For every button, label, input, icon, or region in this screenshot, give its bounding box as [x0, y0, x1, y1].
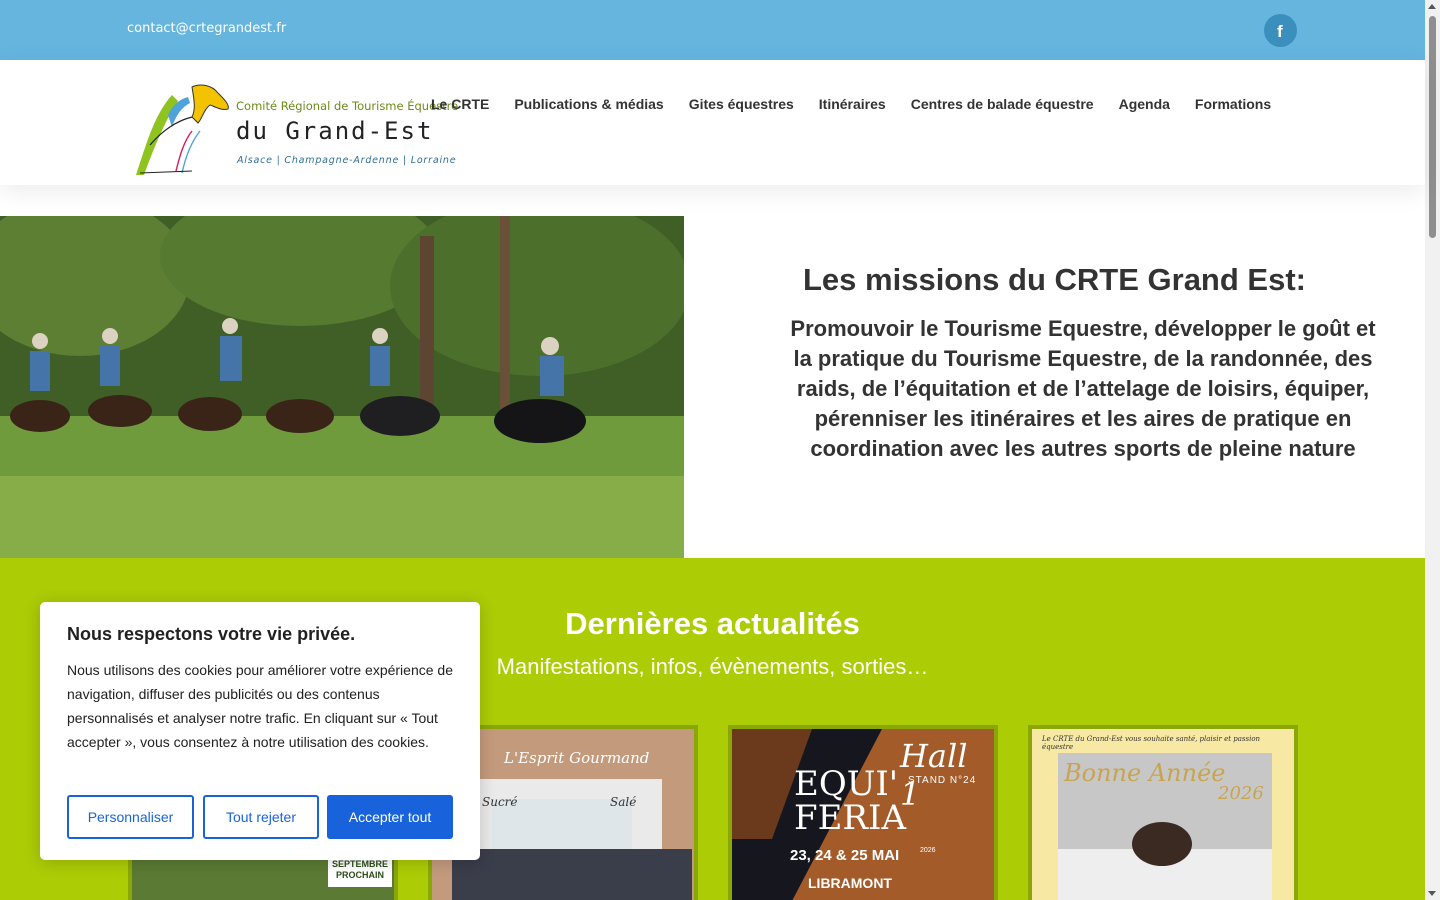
page-scrollbar[interactable] [1425, 0, 1440, 900]
nav-item-formations[interactable]: Formations [1195, 96, 1271, 112]
nav-item-publications[interactable]: Publications & médias [514, 96, 663, 112]
contact-email-link[interactable]: contact@crtegrandest.fr [127, 21, 286, 36]
card-dates: 23, 24 & 25 MAI [790, 847, 900, 864]
nav-item-centres[interactable]: Centres de balade équestre [911, 96, 1094, 112]
hero-riders-image [0, 216, 684, 558]
nav-item-itineraires[interactable]: Itinéraires [819, 96, 886, 112]
cookie-text: Nous utilisons des cookies pour améliore… [67, 662, 453, 750]
shop-sign-right: Salé [610, 795, 637, 809]
scroll-down-icon[interactable] [1428, 891, 1436, 896]
customize-button[interactable]: Personnaliser [67, 795, 194, 839]
card-stand: STAND N°24 [908, 775, 977, 786]
card-brand: EQUI' FERIA [794, 764, 906, 838]
logo-line-2: du Grand-Est [236, 117, 434, 145]
shop-sign-left: Sucré [482, 795, 518, 809]
logo-line-1: Comité Régional de Tourisme Équestre [236, 99, 459, 113]
card-greeting-top: Le CRTE du Grand-Est vous souhaite santé… [1042, 735, 1261, 751]
facebook-icon[interactable]: f [1264, 14, 1297, 47]
missions-text: Promouvoir le Tourisme Equestre, dévelop… [790, 316, 1376, 461]
logo-line-3: Alsace | Champagne-Ardenne | Lorraine [237, 155, 457, 166]
horse-logo-icon [136, 84, 229, 175]
card-year: 2026 [920, 847, 936, 854]
nav-item-gites[interactable]: Gites équestres [689, 96, 794, 112]
scroll-up-icon[interactable] [1428, 4, 1436, 9]
card-greeting: Bonne Année [1064, 759, 1226, 787]
top-bar: contact@crtegrandest.fr f [0, 0, 1425, 60]
svg-text:f: f [1277, 22, 1283, 40]
nav-item-agenda[interactable]: Agenda [1119, 96, 1170, 112]
news-card[interactable]: Le CRTE du Grand-Est vous souhaite santé… [1028, 725, 1298, 900]
missions-title: Les missions du CRTE Grand Est: [803, 262, 1306, 297]
site-logo[interactable]: Comité Régional de Tourisme Équestre du … [132, 75, 458, 177]
shop-sign: L'Esprit Gourmand [504, 749, 650, 767]
main-nav: Le CRTE Publications & médias Gites éque… [431, 96, 1296, 112]
cookie-consent-dialog: Nous respectons votre vie privée. Nous u… [40, 602, 480, 860]
card-place: LIBRAMONT [808, 875, 892, 891]
card-greeting-year: 2026 [1218, 783, 1264, 804]
missions-section: Les missions du CRTE Grand Est: Promouvo… [684, 216, 1425, 558]
accept-all-button[interactable]: Accepter tout [327, 795, 453, 839]
reject-all-button[interactable]: Tout rejeter [203, 795, 319, 839]
news-card[interactable]: Hall 1 STAND N°24 EQUI' FERIA 23, 24 & 2… [728, 725, 998, 900]
nav-item-le-crte[interactable]: Le CRTE [431, 96, 489, 112]
scrollbar-thumb[interactable] [1429, 16, 1436, 238]
cookie-title: Nous respectons votre vie privée. [67, 624, 356, 644]
site-header: Comité Régional de Tourisme Équestre du … [0, 60, 1425, 185]
